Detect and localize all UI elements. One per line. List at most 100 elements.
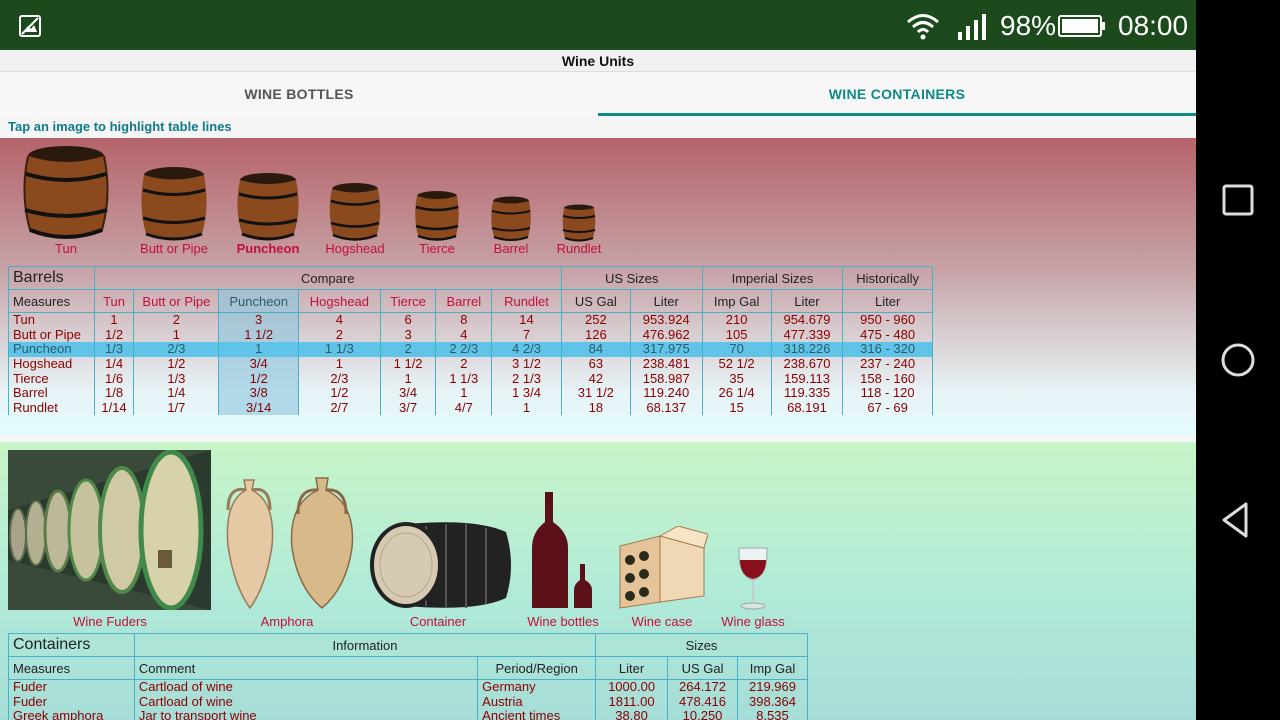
barrel-image-barrel[interactable]: Barrel <box>490 196 532 256</box>
barrel-icon <box>237 173 299 241</box>
barrel-image-butt[interactable]: Butt or Pipe <box>140 166 208 256</box>
column-header: Imp Gal <box>737 656 808 680</box>
table-cell: 42 <box>560 371 631 386</box>
hint-text: Tap an image to highlight table lines <box>0 116 1196 138</box>
barrel-icon <box>415 191 459 241</box>
table-cell: 159.113 <box>770 371 844 386</box>
column-header: Imp Gal <box>701 289 772 313</box>
battery-icon <box>1058 15 1105 37</box>
container-image-bottles[interactable] <box>530 492 594 610</box>
barrel-image-tierce[interactable]: Tierce <box>414 190 460 256</box>
row-label: Fuder <box>8 679 135 695</box>
table-cell: 1/3 <box>93 342 135 357</box>
column-header: Butt or Pipe <box>133 289 220 313</box>
table-cell: 1/7 <box>133 401 220 416</box>
table-row[interactable]: Barrel 1/8 1/4 3/8 1/2 3/4 1 1 3/4 31 1/2 119.240… <box>8 386 933 401</box>
container-caption-glass: Wine glass <box>721 614 785 629</box>
table-cell: 4 <box>298 312 381 328</box>
table-cell: 1 <box>491 401 562 416</box>
tab-wine-containers[interactable]: WINE CONTAINERS <box>598 72 1196 116</box>
home-icon[interactable] <box>1216 338 1260 382</box>
table-cell: 1/4 <box>133 386 220 401</box>
table-cell: 119.240 <box>629 386 703 401</box>
table-cell: 31 1/2 <box>560 386 631 401</box>
table-cell: 26 1/4 <box>701 386 772 401</box>
barrel-icon <box>329 183 381 241</box>
table-cell: 15 <box>701 401 772 416</box>
table-cell: 1/3 <box>133 371 220 386</box>
column-header: Tierce <box>379 289 437 313</box>
column-header: Period/Region <box>477 656 597 680</box>
column-header: US Gal <box>560 289 631 313</box>
table-cell: 1 <box>435 386 493 401</box>
row-label: Fuder <box>8 694 135 709</box>
container-image-glass[interactable] <box>736 546 770 610</box>
barrel-image-puncheon[interactable]: Puncheon <box>236 172 300 256</box>
table-cell: 2/7 <box>298 401 381 416</box>
table-cell: 67 - 69 <box>842 401 933 416</box>
barrel-image-hogshead[interactable]: Hogshead <box>325 182 385 256</box>
table-cell: 954.679 <box>770 312 844 328</box>
table-cell: Cartload of wine <box>133 679 479 695</box>
table-row[interactable]: Tun 1 2 3 4 6 8 14 252 953.924 210 954.679 950 - 960 <box>8 312 933 328</box>
tab-wine-bottles[interactable]: WINE BOTTLES <box>0 72 598 116</box>
table-cell: 1 1/3 <box>298 342 381 357</box>
table-row[interactable]: Butt or Pipe 1/2 1 1 1/2 2 3 4 7 126 476.962 105 47… <box>8 327 933 342</box>
group-header-imperial-sizes: Imperial Sizes <box>701 266 844 290</box>
table-cell: 1 1/2 <box>379 357 437 372</box>
table-row[interactable]: Tierce 1/6 1/3 1/2 2/3 1 1 1/3 2 1/3 42 158.987 35… <box>8 371 933 386</box>
recents-icon[interactable] <box>1216 178 1260 222</box>
table-row[interactable]: Rundlet 1/14 1/7 3/14 2/7 3/7 4/7 1 18 68.137 15 68… <box>8 401 933 416</box>
wifi-icon <box>907 14 939 40</box>
table-cell: 478.416 <box>667 694 738 709</box>
table-cell: 3 1/2 <box>491 357 562 372</box>
table-cell: 950 - 960 <box>842 312 933 328</box>
table-cell: 1/6 <box>93 371 135 386</box>
barrel-container-icon <box>370 522 511 608</box>
barrel-image-tun[interactable]: Tun <box>22 144 110 256</box>
column-header: Tun <box>93 289 135 313</box>
table-cell: 2/3 <box>298 371 381 386</box>
table-cell: 3/8 <box>218 386 300 401</box>
container-image-amphora[interactable] <box>214 476 360 610</box>
table-row[interactable]: Fuder Cartload of wine Austria 1811.00 478.4… <box>8 694 808 709</box>
row-label: Puncheon <box>8 342 95 357</box>
barrel-caption-barrel: Barrel <box>493 241 529 256</box>
column-header: Comment <box>133 656 479 680</box>
container-image-case[interactable] <box>616 525 709 610</box>
clock: 08:00 <box>1118 10 1189 41</box>
table-cell: 119.335 <box>770 386 844 401</box>
table-cell: 1000.00 <box>595 679 669 695</box>
container-caption-fuders: Wine Fuders <box>73 614 147 629</box>
containers-table: Containers Information Sizes Measures Co… <box>8 633 808 720</box>
container-image-fuders[interactable] <box>8 449 211 611</box>
table-cell: 70 <box>701 342 772 357</box>
table-cell: 2 1/3 <box>491 371 562 386</box>
table-cell: 158.987 <box>629 371 703 386</box>
table-cell: 2 <box>298 327 381 342</box>
table-row[interactable]: Fuder Cartload of wine Germany 1000.00 264.1… <box>8 679 808 695</box>
table-cell: 7 <box>491 327 562 342</box>
table-cell: 2/3 <box>133 342 220 357</box>
table-row[interactable]: Greek amphora Jar to transport wine Ancien… <box>8 709 808 720</box>
table-cell: 105 <box>701 327 772 342</box>
table-cell: 1 <box>218 342 300 357</box>
barrels-section: Tun Butt or Pipe Puncheon Hogshead Tierc… <box>0 138 1196 436</box>
barrel-image-rundlet[interactable]: Rundlet <box>557 204 601 256</box>
table-row[interactable]: Hogshead 1/4 1/2 3/4 1 1 1/2 2 3 1/2 63 238.481 52… <box>8 357 933 372</box>
table-cell: 35 <box>701 371 772 386</box>
amphora-icon <box>226 477 354 610</box>
navigation-bar <box>1196 0 1280 720</box>
container-caption-amphora: Amphora <box>260 614 314 629</box>
back-icon[interactable] <box>1216 498 1260 542</box>
table-cell: 237 - 240 <box>842 357 933 372</box>
table-row[interactable]: Puncheon 1/3 2/3 1 1 1/3 2 2 2/3 4 2/3 84 317.975… <box>8 342 933 357</box>
table-cell: 158 - 160 <box>842 371 933 386</box>
barrel-icon <box>562 204 596 242</box>
container-image-container[interactable] <box>366 520 514 610</box>
wine-bottle-icon <box>532 492 592 608</box>
group-header-historically: Historically <box>842 266 933 290</box>
table-cell: 38.80 <box>595 709 669 720</box>
table-cell: 1811.00 <box>595 694 669 709</box>
column-header: Liter <box>629 289 703 313</box>
